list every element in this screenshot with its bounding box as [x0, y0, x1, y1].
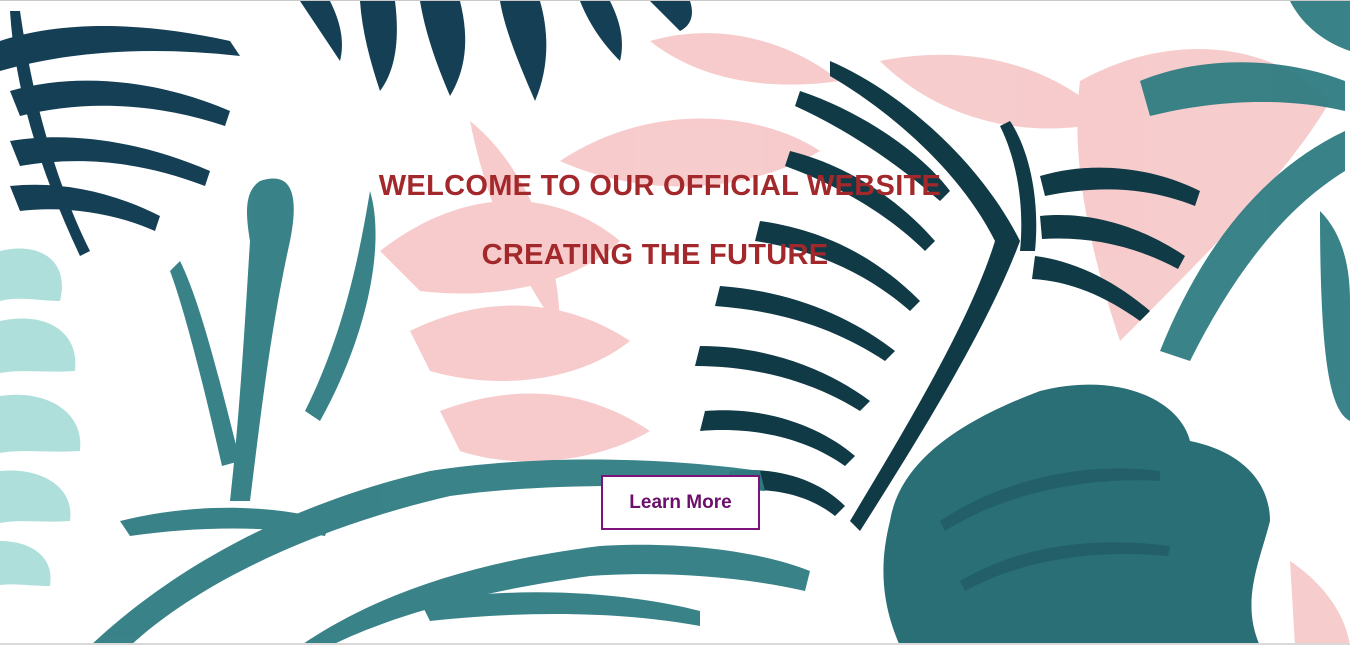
mint-leaves [0, 248, 81, 586]
monstera-leaf [883, 384, 1270, 645]
hero-section: WELCOME TO OUR OFFICIAL WEBSITE CREATING… [0, 0, 1350, 645]
welcome-headline: WELCOME TO OUR OFFICIAL WEBSITE [378, 170, 942, 202]
tropical-leaves-illustration [0, 1, 1350, 645]
navy-leaves-top-left [0, 1, 692, 256]
learn-more-button[interactable]: Learn More [601, 475, 760, 530]
tagline-headline: CREATING THE FUTURE [481, 239, 829, 271]
